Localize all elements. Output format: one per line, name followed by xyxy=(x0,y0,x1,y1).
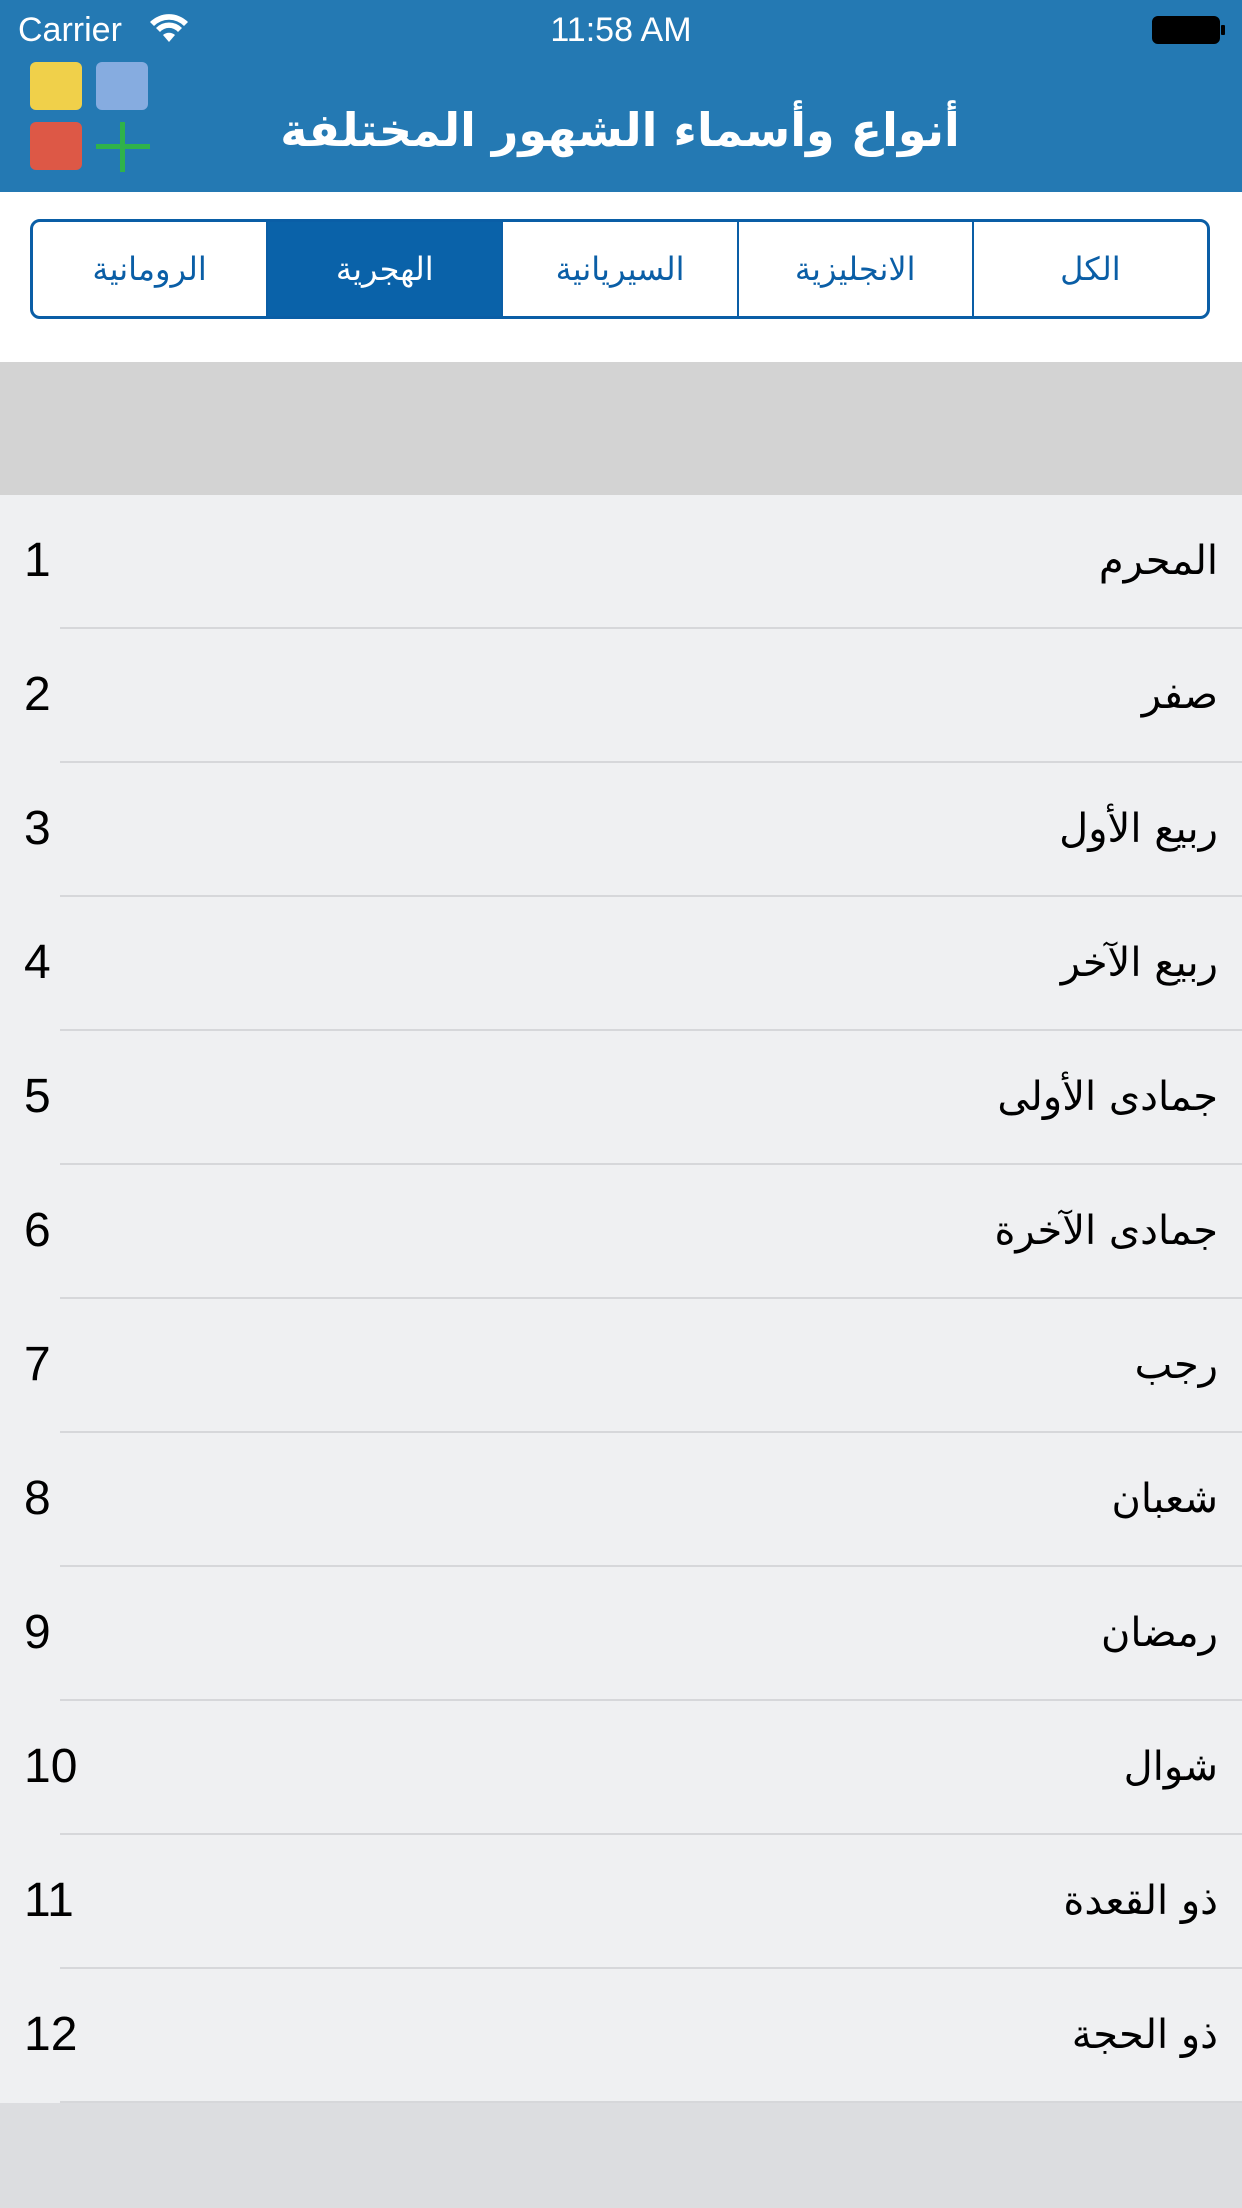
month-name: صفر xyxy=(1141,672,1218,718)
month-row[interactable]: 1 المحرم xyxy=(24,495,1242,629)
month-name: رجب xyxy=(1134,1342,1218,1388)
month-row[interactable]: 9 رمضان xyxy=(24,1567,1242,1701)
logo-blue-square xyxy=(96,62,148,110)
segment-area: الرومانية الهجرية السيريانية الانجليزية … xyxy=(0,192,1242,362)
month-number: 6 xyxy=(24,1204,51,1257)
month-name: ربيع الآخر xyxy=(1060,940,1218,986)
month-row[interactable]: 12 ذو الحجة xyxy=(24,1969,1242,2103)
month-name: جمادى الآخرة xyxy=(994,1208,1218,1254)
status-bar: Carrier 11:58 AM xyxy=(0,0,1242,60)
month-name: ذو الحجة xyxy=(1071,2012,1218,2058)
month-name: شعبان xyxy=(1111,1476,1218,1522)
segment-hijri[interactable]: الهجرية xyxy=(266,222,502,316)
month-row[interactable]: 3 ربيع الأول xyxy=(24,763,1242,897)
month-number: 1 xyxy=(24,534,51,587)
section-header xyxy=(0,362,1242,495)
logo-red-square xyxy=(30,122,82,170)
month-name: رمضان xyxy=(1101,1610,1218,1656)
app-header: Carrier 11:58 AM أنواع وأسماء الشهور الم… xyxy=(0,0,1242,192)
calendar-type-segmented-control: الرومانية الهجرية السيريانية الانجليزية … xyxy=(30,219,1210,319)
month-name: ذو القعدة xyxy=(1063,1878,1218,1924)
month-name: شوال xyxy=(1123,1744,1218,1790)
status-time: 11:58 AM xyxy=(550,11,692,49)
month-row[interactable]: 8 شعبان xyxy=(24,1433,1242,1567)
segment-english[interactable]: الانجليزية xyxy=(736,222,972,316)
month-number: 2 xyxy=(24,668,51,721)
month-number: 9 xyxy=(24,1606,51,1659)
segment-all[interactable]: الكل xyxy=(971,222,1207,316)
month-number: 8 xyxy=(24,1472,51,1525)
month-number: 5 xyxy=(24,1070,51,1123)
segment-syriac[interactable]: السيريانية xyxy=(501,222,736,316)
month-name: ربيع الأول xyxy=(1059,806,1218,852)
month-row[interactable]: 2 صفر xyxy=(24,629,1242,763)
month-row[interactable]: 7 رجب xyxy=(24,1299,1242,1433)
month-row[interactable]: 4 ربيع الآخر xyxy=(24,897,1242,1031)
month-row[interactable]: 10 شوال xyxy=(24,1701,1242,1835)
logo-yellow-square xyxy=(30,62,82,110)
month-name: جمادى الأولى xyxy=(997,1074,1218,1120)
month-row[interactable]: 5 جمادى الأولى xyxy=(24,1031,1242,1165)
month-row[interactable]: 6 جمادى الآخرة xyxy=(24,1165,1242,1299)
month-number: 4 xyxy=(24,936,51,989)
month-number: 11 xyxy=(24,1874,74,1927)
month-number: 7 xyxy=(24,1338,51,1391)
month-row[interactable]: 11 ذو القعدة xyxy=(24,1835,1242,1969)
app-logo xyxy=(28,60,152,172)
logo-plus-icon-bar xyxy=(96,144,150,149)
month-number: 12 xyxy=(24,2008,78,2061)
battery-icon xyxy=(1152,16,1225,44)
segment-roman[interactable]: الرومانية xyxy=(33,222,266,316)
month-list: 1 المحرم 2 صفر 3 ربيع الأول 4 ربيع الآخر… xyxy=(0,495,1242,2103)
month-number: 10 xyxy=(24,1740,78,1793)
month-number: 3 xyxy=(24,802,51,855)
month-name: المحرم xyxy=(1098,538,1218,584)
page-title: أنواع وأسماء الشهور المختلفة xyxy=(280,103,960,157)
